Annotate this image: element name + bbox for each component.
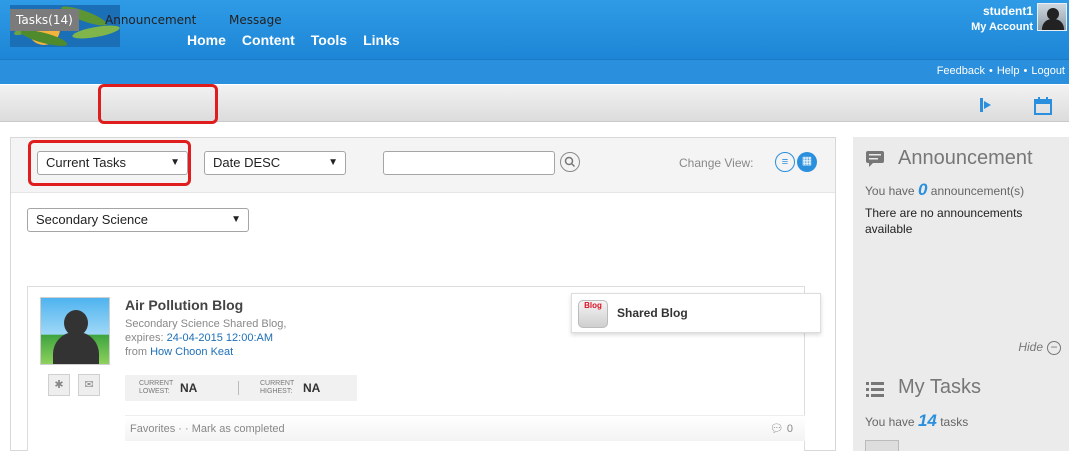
score-box: CURRENT LOWEST: NA CURRENT HIGHEST: NA bbox=[125, 375, 357, 401]
utility-links: Feedback • Help • Logout bbox=[937, 65, 1065, 77]
list-icon bbox=[865, 380, 887, 398]
divider bbox=[238, 381, 239, 395]
task-expiry: expires: 24-04-2015 12:00:AM bbox=[125, 332, 273, 344]
my-account-link[interactable]: My Account bbox=[971, 21, 1033, 33]
current-highest-value: NA bbox=[303, 381, 321, 395]
list-view-icon[interactable]: ≡ bbox=[775, 152, 795, 172]
task-title[interactable]: Air Pollution Blog bbox=[125, 297, 243, 313]
user-avatar[interactable] bbox=[1037, 3, 1067, 31]
count-prefix: You have bbox=[865, 415, 915, 429]
flag-icon[interactable] bbox=[976, 96, 996, 116]
count-prefix: You have bbox=[865, 184, 915, 198]
tasks-count: 14 bbox=[917, 411, 937, 430]
pin-icon[interactable]: ✱ bbox=[48, 374, 70, 396]
nav-content[interactable]: Content bbox=[242, 32, 295, 48]
favorites-mark-completed[interactable]: Favorites · · Mark as completed bbox=[130, 423, 285, 435]
main-nav: Home Content Tools Links bbox=[187, 32, 400, 48]
subject-select-value: Secondary Science bbox=[36, 212, 149, 227]
chevron-down-icon: ▼ bbox=[328, 157, 338, 168]
separator: • bbox=[1023, 65, 1028, 77]
chevron-down-icon: ▼ bbox=[231, 214, 241, 225]
announcement-count: 0 bbox=[917, 180, 928, 199]
right-sidebar: Announcement You have 0 announcement(s) … bbox=[853, 137, 1069, 451]
account-area: student1 My Account bbox=[971, 4, 1033, 33]
logout-link[interactable]: Logout bbox=[1031, 65, 1065, 77]
comment-icon: 💬︎ bbox=[769, 423, 784, 435]
sort-select-value: Date DESC bbox=[213, 155, 281, 170]
nav-home[interactable]: Home bbox=[187, 32, 226, 48]
count-suffix: tasks bbox=[940, 415, 969, 429]
label-line: HIGHEST: bbox=[260, 388, 293, 395]
author-link[interactable]: How Choon Keat bbox=[150, 346, 233, 358]
separator: • bbox=[989, 65, 993, 77]
hide-toggle[interactable]: Hide − bbox=[1018, 340, 1061, 355]
current-lowest-value: NA bbox=[180, 381, 198, 395]
tab-announcement[interactable]: Announcement bbox=[105, 9, 196, 31]
avatar-body bbox=[1042, 19, 1064, 30]
current-highest-label: CURRENT HIGHEST: bbox=[260, 380, 294, 396]
chat-bubble-icon bbox=[865, 150, 887, 168]
mail-icon[interactable]: ✉ bbox=[78, 374, 100, 396]
my-tasks-heading: My Tasks bbox=[898, 376, 981, 398]
sub-header: Feedback • Help • Logout bbox=[0, 60, 1069, 84]
blog-icon-label: Blog bbox=[584, 301, 602, 310]
label-line: CURRENT bbox=[260, 380, 295, 387]
username[interactable]: student1 bbox=[971, 4, 1033, 18]
silhouette-body bbox=[53, 332, 99, 364]
grid-view-icon[interactable]: ▦ bbox=[797, 152, 817, 172]
blog-icon: Blog bbox=[578, 300, 608, 328]
help-link[interactable]: Help bbox=[997, 65, 1020, 77]
search-input[interactable] bbox=[383, 151, 555, 175]
task-actions-bar: Favorites · · Mark as completed 💬︎ 0 bbox=[125, 415, 805, 441]
task-type-badge: Blog Shared Blog bbox=[571, 293, 821, 333]
comment-count[interactable]: 💬︎ 0 bbox=[770, 416, 793, 442]
hide-label: Hide bbox=[1018, 340, 1043, 354]
minus-circle-icon: − bbox=[1047, 341, 1061, 355]
search-icon[interactable] bbox=[560, 152, 580, 172]
current-lowest-label: CURRENT LOWEST: bbox=[139, 380, 173, 396]
task-thumbnail[interactable] bbox=[865, 440, 899, 451]
task-author: from How Choon Keat bbox=[125, 346, 233, 358]
label-line: LOWEST: bbox=[139, 388, 170, 395]
tab-message[interactable]: Message bbox=[229, 9, 282, 31]
highlight-box bbox=[98, 84, 218, 124]
highlight-box bbox=[28, 140, 191, 186]
task-subtitle: Secondary Science Shared Blog, bbox=[125, 318, 287, 330]
task-type-label: Shared Blog bbox=[617, 306, 688, 320]
expires-value: 24-04-2015 12:00:AM bbox=[166, 332, 274, 344]
feedback-link[interactable]: Feedback bbox=[937, 65, 985, 77]
from-label: from bbox=[125, 346, 147, 358]
calendar-icon[interactable] bbox=[1033, 96, 1053, 116]
announcement-empty-text: There are no announcements available bbox=[865, 206, 1023, 236]
sort-select[interactable]: Date DESC ▼ bbox=[204, 151, 346, 175]
count-suffix: announcement(s) bbox=[930, 184, 1025, 198]
subject-select[interactable]: Secondary Science ▼ bbox=[27, 208, 249, 232]
nav-links[interactable]: Links bbox=[363, 32, 400, 48]
nav-tools[interactable]: Tools bbox=[311, 32, 347, 48]
task-thumbnail bbox=[40, 297, 110, 365]
announcement-count-text: You have 0 announcement(s) bbox=[865, 180, 1024, 200]
comment-count-value: 0 bbox=[786, 423, 793, 435]
tasks-count-text: You have 14 tasks bbox=[865, 411, 968, 431]
tab-tasks[interactable]: Tasks(14) bbox=[10, 9, 79, 31]
label-line: CURRENT bbox=[139, 380, 174, 387]
expires-label: expires: bbox=[125, 332, 164, 344]
announcement-heading: Announcement bbox=[898, 147, 1033, 169]
silhouette-head bbox=[64, 310, 88, 336]
change-view-label: Change View: bbox=[679, 156, 754, 170]
